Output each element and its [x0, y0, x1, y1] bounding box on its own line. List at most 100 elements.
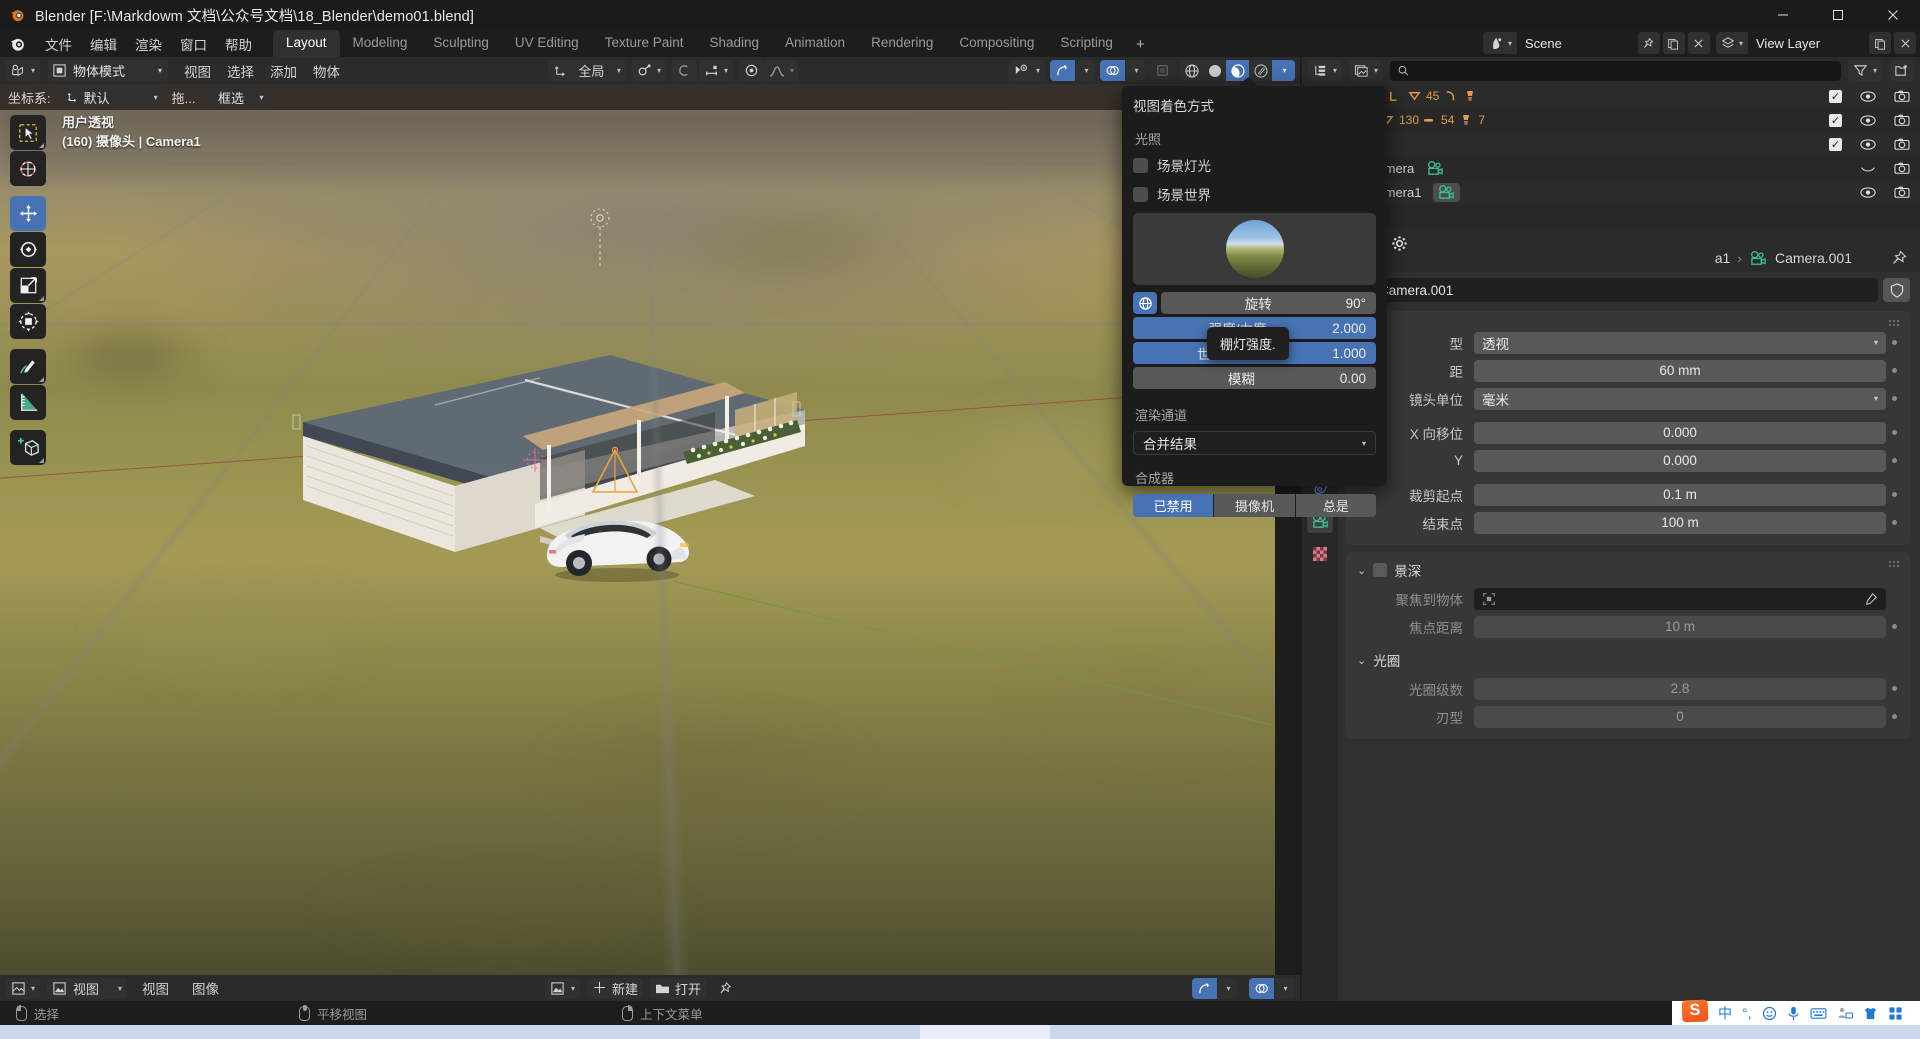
- 3d-viewport[interactable]: 用户透视 (160) 摄像头 | Camera1: [0, 110, 1275, 975]
- show-overlays-toggle[interactable]: [1100, 60, 1125, 81]
- animate-property-dot[interactable]: [1886, 492, 1902, 497]
- cursor-tool[interactable]: [10, 151, 46, 186]
- workspace-tab-modeling[interactable]: Modeling: [340, 30, 421, 57]
- compositor-option-disabled[interactable]: 已禁用: [1133, 494, 1214, 517]
- outliner-checkbox[interactable]: ✓: [1829, 138, 1842, 151]
- workspace-tab-texture-paint[interactable]: Texture Paint: [592, 30, 697, 57]
- fake-user-button[interactable]: [1883, 278, 1910, 302]
- animate-property-dot[interactable]: [1886, 430, 1902, 435]
- lens-type-value[interactable]: 透视 ▾: [1474, 332, 1886, 354]
- blades-value[interactable]: 0: [1474, 706, 1886, 728]
- ime-emoji-icon[interactable]: [1762, 1006, 1777, 1021]
- delete-scene-button[interactable]: [1688, 32, 1710, 54]
- gear-icon[interactable]: [1391, 235, 1408, 252]
- view-layer-icon[interactable]: ▾: [1716, 32, 1748, 54]
- animate-property-dot[interactable]: [1886, 520, 1902, 525]
- world-space-rotation-icon[interactable]: [1133, 292, 1157, 314]
- clip-end-value[interactable]: 100 m: [1474, 512, 1886, 534]
- transform-orientation-selector[interactable]: 全局 ▾: [548, 60, 626, 81]
- view-layer-name-field[interactable]: View Layer: [1748, 32, 1866, 54]
- outliner-tree[interactable]: 45 ✓ 130 54 7 ✓ ✓ Camera Camera1: [1302, 84, 1920, 244]
- focus-object-field[interactable]: [1474, 588, 1886, 610]
- add-workspace-button[interactable]: +: [1126, 33, 1155, 57]
- add-cube-tool[interactable]: [10, 430, 46, 465]
- viewport-menu-select[interactable]: 选择: [219, 59, 262, 83]
- outliner-row[interactable]: 45 ✓: [1302, 84, 1920, 108]
- dof-panel-header[interactable]: ⌄ 景深: [1346, 557, 1910, 586]
- outliner-editor-type-selector[interactable]: ▾: [1308, 60, 1342, 81]
- scene-lights-checkbox[interactable]: [1133, 158, 1148, 173]
- chevron-down-icon[interactable]: ⌄: [1357, 654, 1366, 667]
- compositor-option-camera[interactable]: 摄像机: [1214, 494, 1295, 517]
- maximize-button[interactable]: [1810, 0, 1865, 30]
- pin-image-button[interactable]: [713, 978, 738, 999]
- visibility-selector[interactable]: ▾: [1009, 60, 1045, 81]
- image-editor-type-selector[interactable]: ▾: [6, 978, 40, 999]
- ime-skin-icon[interactable]: [1863, 1006, 1878, 1021]
- outliner-search-text[interactable]: [1415, 64, 1834, 78]
- viewport-menu-object[interactable]: 物体: [305, 59, 348, 83]
- ime-keyboard-icon[interactable]: [1810, 1007, 1827, 1020]
- outliner-filter-button[interactable]: ▾: [1848, 60, 1882, 81]
- blender-menu-icon[interactable]: [8, 34, 28, 54]
- remove-view-layer-button[interactable]: [1894, 32, 1916, 54]
- measure-tool[interactable]: [10, 385, 46, 420]
- animate-property-dot[interactable]: [1886, 624, 1902, 629]
- menu-render[interactable]: 渲染: [126, 31, 171, 57]
- rotation-slider[interactable]: 旋转 90°: [1161, 292, 1376, 314]
- annotate-tool[interactable]: [10, 349, 46, 384]
- shift-x-value[interactable]: 0.000: [1474, 422, 1886, 444]
- ime-handwriting-icon[interactable]: [1837, 1006, 1853, 1020]
- workspace-tab-uv-editing[interactable]: UV Editing: [502, 30, 592, 57]
- breadcrumb-object[interactable]: a1: [1715, 250, 1731, 266]
- scene-selector[interactable]: ▾ Scene: [1483, 32, 1635, 54]
- view-layer-selector[interactable]: ▾ View Layer: [1716, 32, 1866, 54]
- tweak-select-tool[interactable]: [10, 115, 46, 150]
- lens-unit-value[interactable]: 毫米 ▾: [1474, 388, 1886, 410]
- ime-toolbox-icon[interactable]: [1888, 1006, 1903, 1021]
- animate-property-dot[interactable]: [1886, 340, 1902, 345]
- workspace-tab-layout[interactable]: Layout: [273, 30, 340, 57]
- new-view-layer-button[interactable]: [1869, 32, 1891, 54]
- proportional-falloff-selector[interactable]: ▾: [699, 60, 733, 81]
- chevron-down-icon[interactable]: ⌄: [1357, 564, 1366, 577]
- blur-slider[interactable]: 模糊 0.00: [1133, 367, 1376, 389]
- breadcrumb-camera-data[interactable]: Camera.001: [1775, 250, 1852, 266]
- new-scene-button[interactable]: [1663, 32, 1685, 54]
- pin-scene-button[interactable]: [1638, 32, 1660, 54]
- workspace-tab-sculpting[interactable]: Sculpting: [420, 30, 502, 57]
- menu-help[interactable]: 帮助: [216, 31, 261, 57]
- ime-microphone-icon[interactable]: [1787, 1006, 1800, 1021]
- shading-solid-button[interactable]: [1203, 60, 1226, 81]
- compositor-option-always[interactable]: 总是: [1296, 494, 1376, 517]
- workspace-tab-scripting[interactable]: Scripting: [1047, 30, 1126, 57]
- menu-file[interactable]: 文件: [36, 31, 81, 57]
- outliner-checkbox[interactable]: ✓: [1829, 114, 1842, 127]
- animate-property-dot[interactable]: [1886, 368, 1902, 373]
- menu-edit[interactable]: 编辑: [81, 31, 126, 57]
- transform-tool[interactable]: [10, 304, 46, 339]
- render-pass-dropdown[interactable]: 合并结果 ▾: [1133, 431, 1376, 455]
- scene-icon[interactable]: ▾: [1483, 32, 1517, 54]
- drag-action-selector[interactable]: 框选 ▾: [203, 87, 269, 107]
- coordinate-system-selector[interactable]: 默认 ▾: [59, 87, 164, 107]
- viewport-menu-view[interactable]: 视图: [176, 59, 219, 83]
- ime-punctuation-icon[interactable]: °,: [1742, 1005, 1752, 1021]
- outliner-new-collection-button[interactable]: [1889, 60, 1914, 81]
- animate-property-dot[interactable]: [1886, 714, 1902, 719]
- gizmo-options-dropdown[interactable]: ▾: [1076, 60, 1095, 81]
- focal-length-value[interactable]: 60 mm: [1474, 360, 1886, 382]
- dof-enable-checkbox[interactable]: [1373, 563, 1387, 577]
- properties-content[interactable]: Camera.001 型 透视 ▾ 距 60 mm 镜头单位 毫米 ▾ X 向移…: [1338, 272, 1920, 1001]
- footer-overlays-dropdown[interactable]: ▾: [1275, 978, 1294, 999]
- scene-world-checkbox[interactable]: [1133, 187, 1148, 202]
- outliner-row[interactable]: ✓: [1302, 132, 1920, 156]
- falloff-curve-icon[interactable]: ▾: [764, 60, 799, 81]
- workspace-tab-rendering[interactable]: Rendering: [858, 30, 946, 57]
- workspace-tab-compositing[interactable]: Compositing: [946, 30, 1047, 57]
- snapping-magnet-icon[interactable]: [739, 60, 764, 81]
- animate-property-dot[interactable]: [1886, 686, 1902, 691]
- scene-name-field[interactable]: Scene: [1517, 32, 1635, 54]
- outliner-row[interactable]: 130 54 7 ✓: [1302, 108, 1920, 132]
- image-browse-selector[interactable]: ▾: [545, 978, 580, 999]
